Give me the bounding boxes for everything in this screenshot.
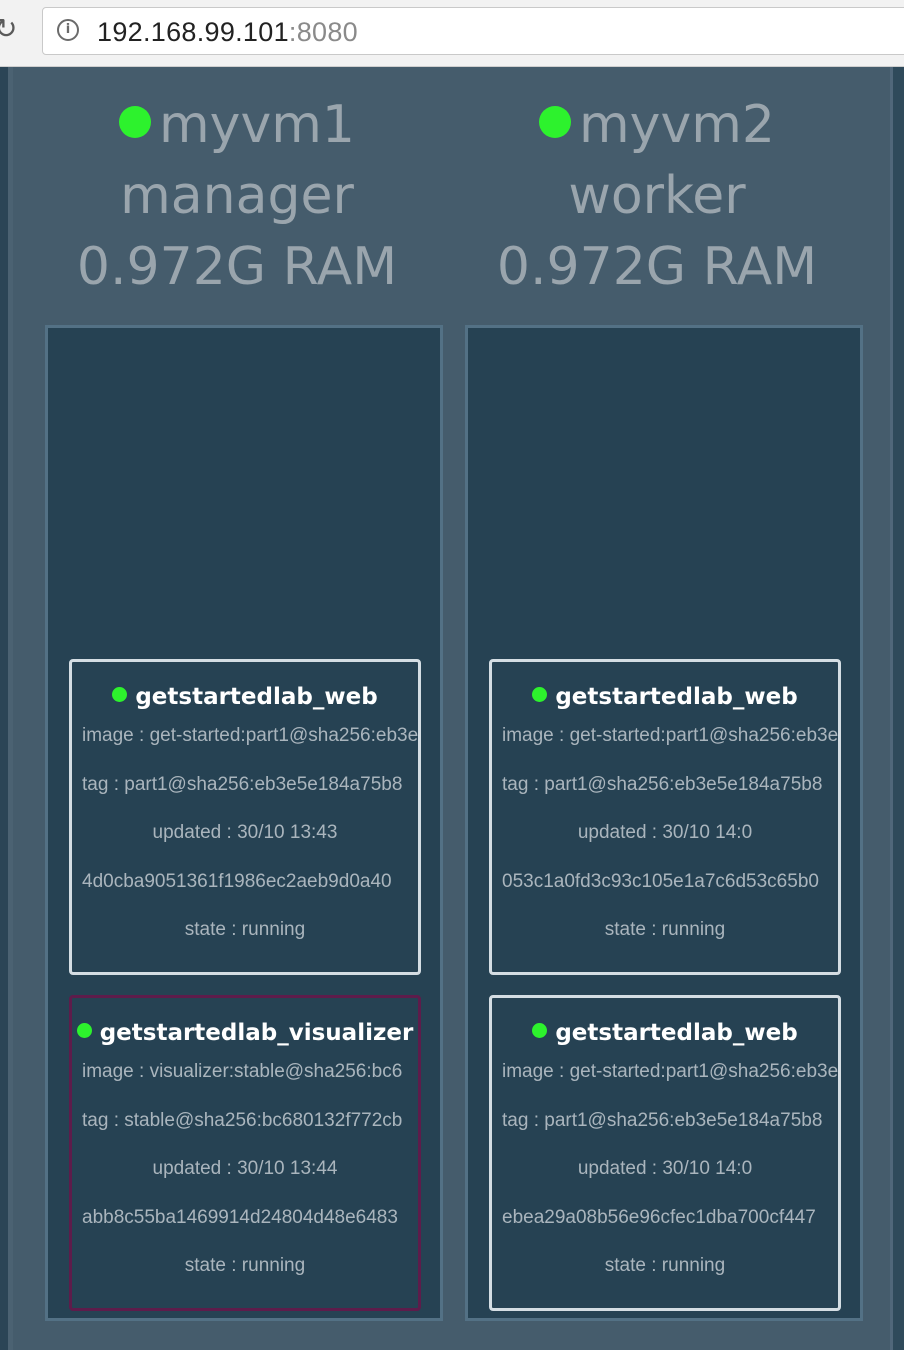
node-header: myvm2 worker 0.972G RAM: [457, 90, 857, 303]
url-host: 192.168.99.101: [97, 17, 289, 47]
task-updated: updated : 30/10 14:0: [577, 1158, 753, 1179]
url-port: :8080: [288, 17, 358, 47]
task-status-dot: [532, 1023, 548, 1038]
url-text[interactable]: 192.168.99.101:8080: [97, 17, 358, 47]
task-tag: tag : stable@sha256:bc680132f772cb: [82, 1109, 403, 1131]
task-id: ebea29a08b56e96cfec1dba700cf447: [502, 1206, 816, 1228]
node-role: manager: [120, 166, 354, 226]
node-myvm1: myvm1 manager 0.972G RAM getstartedlab_w…: [37, 67, 443, 1321]
task-state: state : running: [604, 1255, 726, 1276]
task-status-dot: [76, 1023, 92, 1038]
task-card[interactable]: getstartedlab_visualizer image : visuali…: [69, 995, 421, 1311]
node-status-dot: [119, 106, 152, 138]
task-updated: updated : 30/10 13:43: [152, 822, 338, 843]
node-myvm2: myvm2 worker 0.972G RAM getstartedlab_we…: [457, 67, 863, 1321]
task-card[interactable]: getstartedlab_web image : get-started:pa…: [489, 659, 841, 975]
task-card[interactable]: getstartedlab_web image : get-started:pa…: [489, 995, 841, 1311]
task-updated: updated : 30/10 14:0: [577, 822, 753, 843]
task-id: 053c1a0fd3c93c105e1a7c6d53c65b0: [502, 870, 819, 892]
node-task-container: getstartedlab_web image : get-started:pa…: [465, 325, 863, 1321]
task-state: state : running: [604, 919, 726, 940]
task-image: image : visualizer:stable@sha256:bc6: [82, 1061, 403, 1082]
task-status-dot: [112, 687, 128, 702]
node-task-container: getstartedlab_web image : get-started:pa…: [45, 325, 443, 1321]
node-name: myvm1: [159, 95, 355, 155]
node-name: myvm2: [579, 95, 775, 155]
node-status-dot: [539, 106, 572, 138]
task-title: getstartedlab_web: [492, 682, 838, 712]
task-updated: updated : 30/10 13:44: [152, 1158, 338, 1179]
node-header: myvm1 manager 0.972G RAM: [37, 90, 437, 303]
task-title: getstartedlab_web: [492, 1018, 838, 1048]
task-title: getstartedlab_web: [72, 682, 418, 712]
task-image: image : get-started:part1@sha256:eb3e5e1…: [502, 725, 838, 746]
task-tag: tag : part1@sha256:eb3e5e184a75b8: [502, 773, 823, 795]
task-image: image : get-started:part1@sha256:eb3e5e1…: [502, 1061, 838, 1082]
node-ram: 0.972G RAM: [76, 237, 398, 297]
page-right-border: [893, 67, 904, 1350]
node-role: worker: [568, 166, 746, 226]
node-ram: 0.972G RAM: [496, 237, 818, 297]
task-id: abb8c55ba1469914d24804d48e6483: [82, 1206, 398, 1228]
task-state: state : running: [184, 919, 306, 940]
browser-toolbar: ↻ i 192.168.99.101:8080: [0, 0, 904, 67]
reload-icon[interactable]: ↻: [0, 14, 18, 44]
task-status-dot: [532, 687, 548, 702]
page-left-border: [0, 67, 8, 1350]
page-left-divider: [8, 67, 13, 1350]
info-icon[interactable]: i: [57, 19, 79, 41]
task-id: 4d0cba9051361f1986ec2aeb9d0a40: [82, 870, 392, 892]
task-tag: tag : part1@sha256:eb3e5e184a75b8: [82, 773, 403, 795]
task-card[interactable]: getstartedlab_web image : get-started:pa…: [69, 659, 421, 975]
task-tag: tag : part1@sha256:eb3e5e184a75b8: [502, 1109, 823, 1131]
task-state: state : running: [184, 1255, 306, 1276]
address-bar[interactable]: i 192.168.99.101:8080: [42, 7, 904, 55]
task-image: image : get-started:part1@sha256:eb3e5e1…: [82, 725, 418, 746]
task-title: getstartedlab_visualizer: [72, 1018, 418, 1048]
